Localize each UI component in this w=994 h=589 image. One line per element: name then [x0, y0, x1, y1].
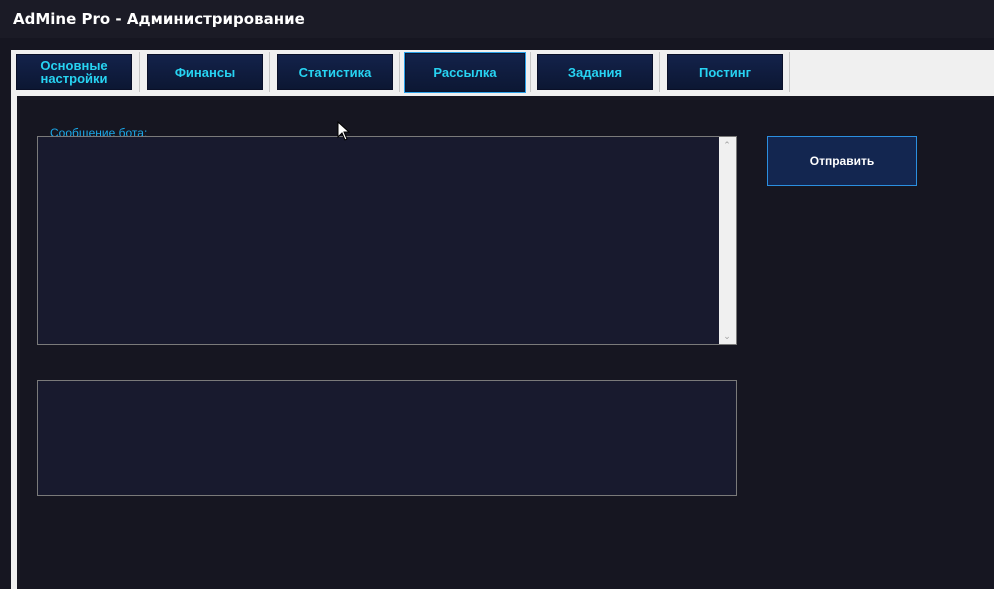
tab-label: Рассылка	[433, 65, 497, 80]
scroll-up-icon[interactable]: ⌃	[722, 140, 732, 150]
tab-label: Финансы	[174, 64, 236, 80]
send-button[interactable]: Отправить	[767, 136, 917, 186]
scroll-down-icon[interactable]: ⌄	[722, 331, 732, 341]
tab-separator	[269, 52, 270, 92]
message-label: Сообщение бота:	[50, 126, 148, 136]
tab-separator	[530, 52, 531, 92]
tab-separator	[399, 52, 400, 92]
tab-statistics[interactable]: Статистика	[277, 54, 393, 90]
mouse-pointer-icon	[337, 121, 351, 141]
tab-broadcast[interactable]: Рассылка	[404, 52, 526, 93]
window-title: AdMine Pro - Администрирование	[13, 10, 305, 28]
tab-label: Постинг	[699, 64, 751, 80]
tab-separator	[659, 52, 660, 92]
title-bar: AdMine Pro - Администрирование	[0, 0, 994, 38]
tab-tasks[interactable]: Задания	[537, 54, 653, 90]
message-scrollbar[interactable]: ⌃ ⌄	[719, 137, 736, 344]
tab-label: Основные настройки	[40, 58, 108, 86]
tab-label: Задания	[567, 64, 623, 80]
send-button-label: Отправить	[809, 154, 875, 168]
tab-separator	[139, 52, 140, 92]
tab-finance[interactable]: Финансы	[147, 54, 263, 90]
message-textarea[interactable]: ⌃ ⌄	[37, 136, 737, 345]
secondary-textbox[interactable]	[37, 380, 737, 496]
tab-posting[interactable]: Постинг	[667, 54, 783, 90]
tab-separator	[789, 52, 790, 92]
tab-basic-settings[interactable]: Основные настройки	[16, 54, 132, 90]
tab-label: Статистика	[298, 64, 372, 80]
